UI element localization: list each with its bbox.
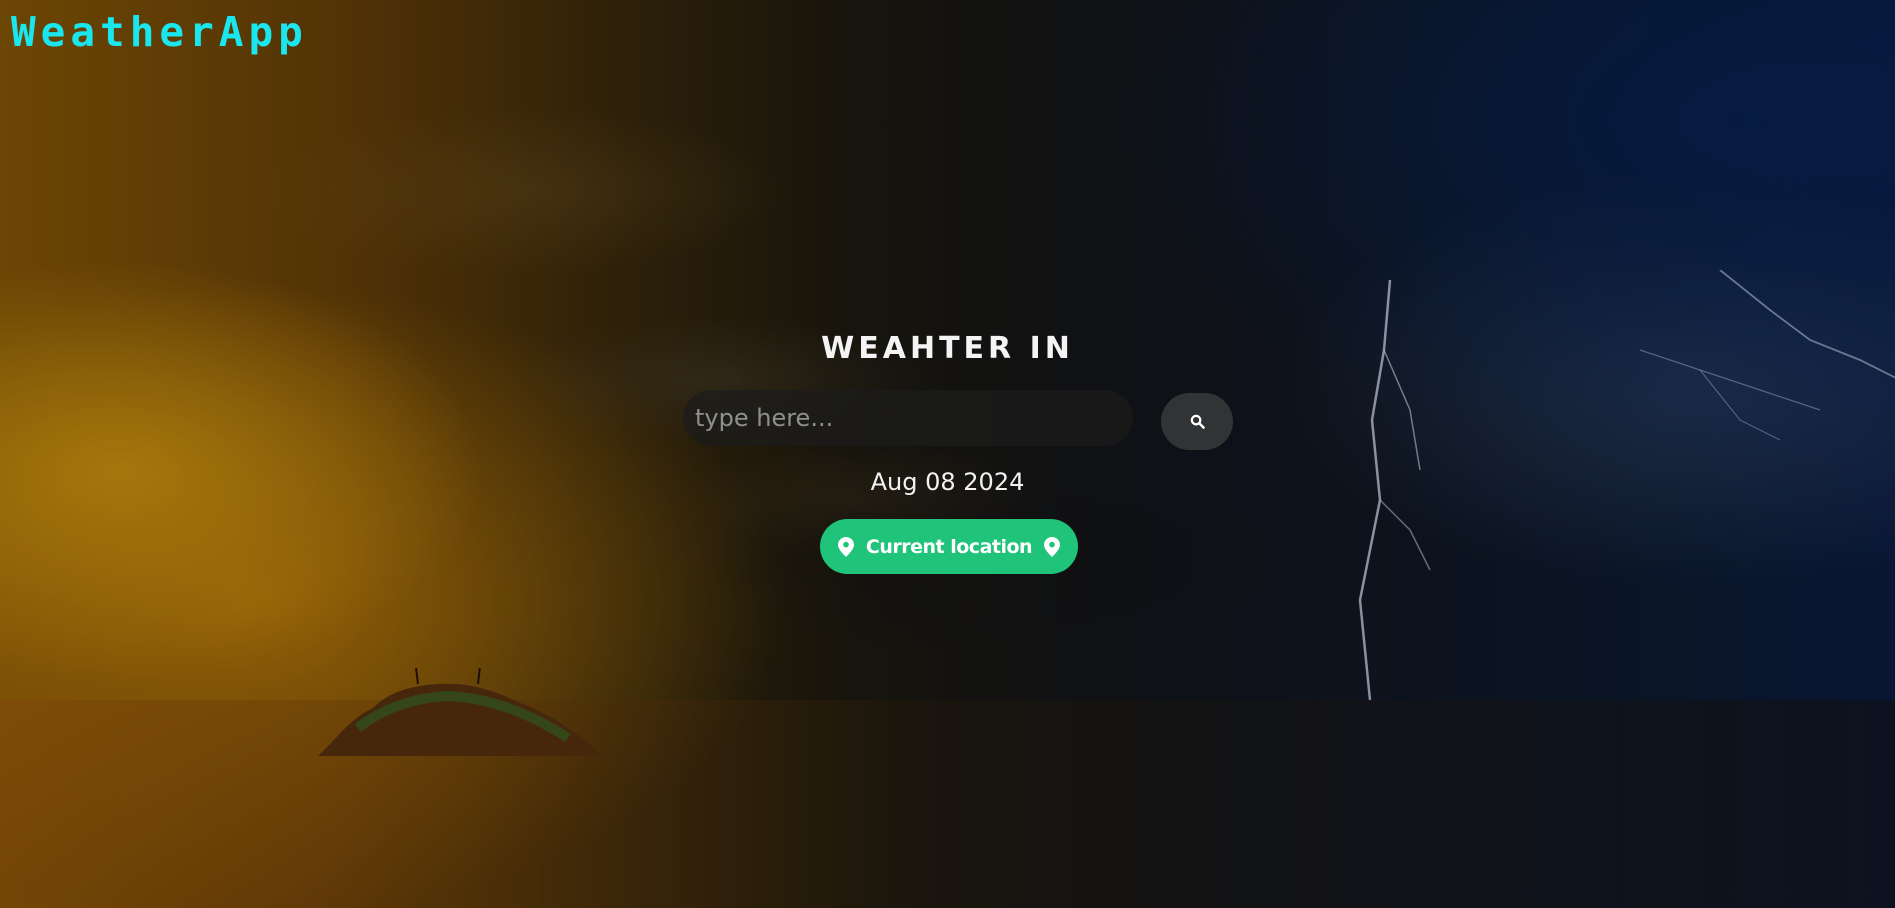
background-overlay [0,0,1895,908]
current-location-button[interactable]: Current location [820,519,1078,574]
app-brand[interactable]: WeatherApp [11,12,308,53]
map-pin-icon [837,536,854,557]
page-heading: WEAHTER IN [821,331,1074,366]
map-pin-icon [1044,536,1061,557]
search-input[interactable] [683,390,1133,446]
search-button[interactable] [1161,393,1233,450]
background-scene [0,0,1895,908]
current-date: Aug 08 2024 [870,468,1025,496]
search-icon [1190,414,1205,429]
current-location-label: Current location [865,535,1033,558]
